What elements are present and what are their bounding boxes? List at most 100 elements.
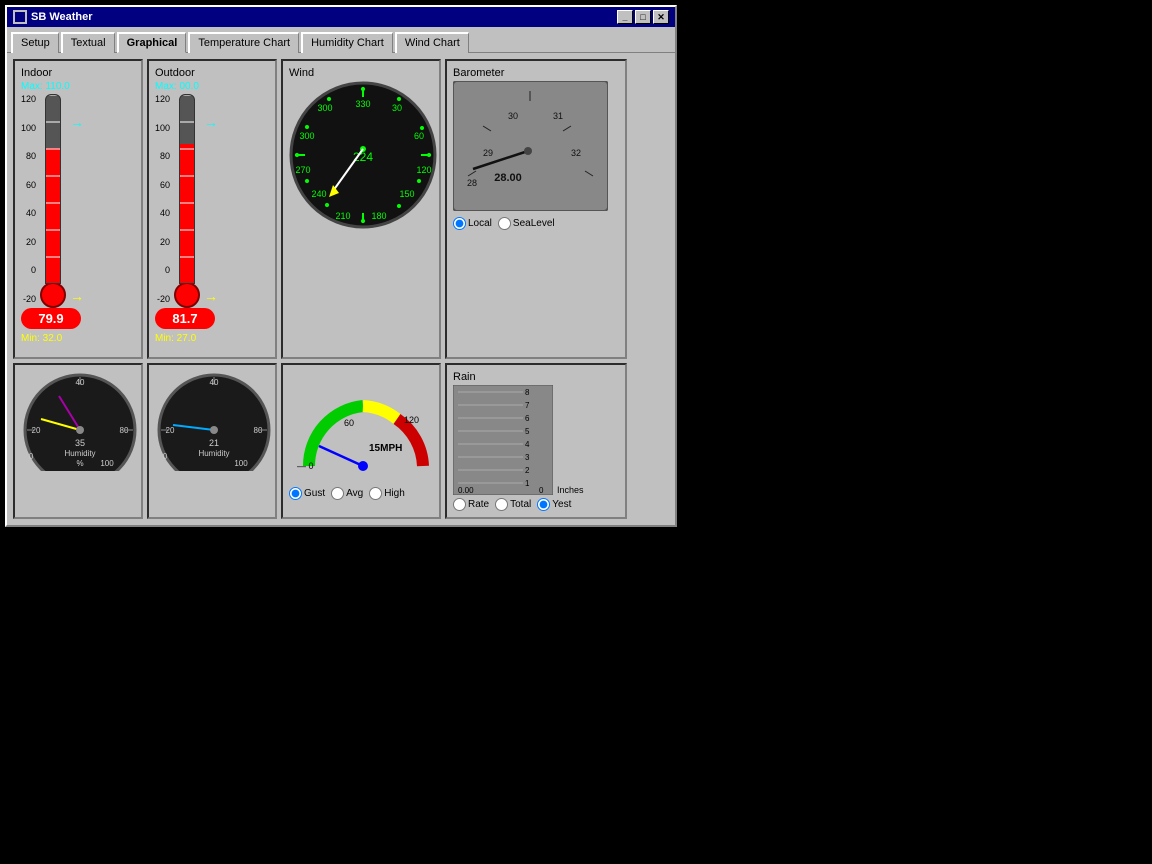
- main-window: SB Weather _ □ ✕ Setup Textual Graphical…: [5, 5, 677, 527]
- outdoor-humidity-gauge: 20 40 80 100 0 21: [155, 371, 273, 471]
- baro-radio-row: Local SeaLevel: [453, 217, 619, 230]
- rain-chart: 8 7 6 5 4 3 2 1 0 0.00: [453, 385, 553, 495]
- svg-text:300: 300: [317, 103, 332, 113]
- svg-text:300: 300: [299, 131, 314, 141]
- outdoor-scale: 120100806040200-20: [155, 94, 170, 304]
- svg-text:6: 6: [525, 414, 530, 423]
- indoor-title: Indoor: [21, 67, 135, 79]
- minimize-button[interactable]: _: [617, 10, 633, 24]
- tab-bar: Setup Textual Graphical Temperature Char…: [7, 27, 675, 52]
- svg-text:0.00: 0.00: [458, 486, 474, 495]
- svg-text:30: 30: [392, 103, 402, 113]
- svg-text:32: 32: [571, 148, 581, 158]
- app-icon: [13, 10, 27, 24]
- svg-text:100: 100: [100, 459, 114, 468]
- svg-text:60: 60: [414, 131, 424, 141]
- avg-radio[interactable]: [331, 487, 344, 500]
- high-label[interactable]: High: [369, 487, 405, 500]
- svg-text:31: 31: [553, 111, 563, 121]
- barometer-gauge: 29 30 31 32 28 28.00: [453, 81, 608, 211]
- total-radio[interactable]: [495, 498, 508, 511]
- rain-unit: Inches: [557, 385, 584, 495]
- wind-speed-radio-row: Gust Avg High: [289, 487, 433, 500]
- svg-text:224: 224: [353, 150, 373, 164]
- svg-text:270: 270: [295, 165, 310, 175]
- svg-text:3: 3: [525, 453, 530, 462]
- rain-title: Rain: [453, 371, 619, 383]
- svg-text:35: 35: [75, 438, 85, 448]
- svg-text:0: 0: [539, 486, 544, 495]
- indoor-min: Min: 32.0: [21, 333, 135, 344]
- outdoor-max: Max: 00.0: [155, 81, 269, 92]
- svg-text:7: 7: [525, 401, 530, 410]
- indoor-humidity-panel: 20 40 80 100 % 0: [13, 363, 143, 519]
- tab-humidity-chart[interactable]: Humidity Chart: [301, 32, 393, 53]
- svg-text:100: 100: [234, 459, 248, 468]
- yest-radio[interactable]: [537, 498, 550, 511]
- tab-graphical[interactable]: Graphical: [117, 32, 187, 53]
- baro-local-radio[interactable]: [453, 217, 466, 230]
- barometer-panel: Barometer 29 30 31 32 28 28.00: [445, 59, 627, 359]
- svg-text:330: 330: [355, 99, 370, 109]
- top-panels-row: Indoor Max: 110.0 120100806040200-20: [13, 59, 669, 359]
- title-buttons: _ □ ✕: [617, 10, 669, 24]
- indoor-scale: 120100806040200-20: [21, 94, 36, 304]
- title-bar-left: SB Weather: [13, 10, 93, 24]
- outdoor-min: Min: 27.0: [155, 333, 269, 344]
- rain-content: 8 7 6 5 4 3 2 1 0 0.00: [453, 385, 619, 495]
- indoor-humidity-gauge: 20 40 80 100 % 0: [21, 371, 139, 471]
- close-button[interactable]: ✕: [653, 10, 669, 24]
- outdoor-humidity-panel: 20 40 80 100 0 21: [147, 363, 277, 519]
- svg-text:120: 120: [404, 415, 419, 425]
- outdoor-thermometer: [172, 94, 202, 304]
- avg-label[interactable]: Avg: [331, 487, 363, 500]
- bottom-panels-row: 20 40 80 100 % 0: [13, 363, 669, 519]
- svg-text:210: 210: [335, 211, 350, 221]
- svg-text:15MPH: 15MPH: [369, 443, 402, 454]
- gust-label[interactable]: Gust: [289, 487, 325, 500]
- main-content: Indoor Max: 110.0 120100806040200-20: [7, 52, 675, 525]
- indoor-thermometer: [38, 94, 68, 304]
- outdoor-temp-display: 81.7: [155, 308, 215, 329]
- rain-radio-row: Rate Total Yest: [453, 498, 619, 511]
- svg-text:0: 0: [163, 452, 168, 461]
- baro-title: Barometer: [453, 67, 619, 79]
- svg-text:— 0: — 0: [297, 461, 314, 471]
- high-radio[interactable]: [369, 487, 382, 500]
- svg-text:28: 28: [467, 178, 477, 188]
- maximize-button[interactable]: □: [635, 10, 651, 24]
- outdoor-panel: Outdoor Max: 00.0 120100806040200-20: [147, 59, 277, 359]
- baro-sealevel-radio[interactable]: [498, 217, 511, 230]
- svg-text:4: 4: [525, 440, 530, 449]
- yest-label[interactable]: Yest: [537, 498, 571, 511]
- outdoor-arrows: → →: [204, 94, 218, 304]
- rate-label[interactable]: Rate: [453, 498, 489, 511]
- svg-text:150: 150: [399, 189, 414, 199]
- baro-sealevel-label[interactable]: SeaLevel: [498, 217, 555, 230]
- rain-panel: Rain: [445, 363, 627, 519]
- svg-text:28.00: 28.00: [494, 172, 522, 184]
- svg-text:60: 60: [344, 418, 354, 428]
- gust-radio[interactable]: [289, 487, 302, 500]
- tab-wind-chart[interactable]: Wind Chart: [395, 32, 469, 53]
- outdoor-title: Outdoor: [155, 67, 269, 79]
- svg-text:2: 2: [525, 466, 530, 475]
- window-title: SB Weather: [31, 11, 93, 23]
- wind-panel: Wind: [281, 59, 441, 359]
- tab-temp-chart[interactable]: Temperature Chart: [188, 32, 299, 53]
- baro-local-label[interactable]: Local: [453, 217, 492, 230]
- svg-text:Humidity: Humidity: [198, 449, 229, 458]
- indoor-arrows: → →: [70, 94, 84, 304]
- svg-text:0: 0: [29, 452, 34, 461]
- rate-radio[interactable]: [453, 498, 466, 511]
- svg-text:8: 8: [525, 388, 530, 397]
- wind-speed-gauge: — 0 120 60 15MPH: [289, 371, 437, 481]
- indoor-temp-display: 79.9: [21, 308, 81, 329]
- svg-text:%: %: [76, 459, 83, 468]
- tab-textual[interactable]: Textual: [61, 32, 115, 53]
- tab-setup[interactable]: Setup: [11, 32, 59, 53]
- svg-text:29: 29: [483, 148, 493, 158]
- svg-text:240: 240: [311, 189, 326, 199]
- total-label[interactable]: Total: [495, 498, 531, 511]
- wind-title: Wind: [289, 67, 433, 79]
